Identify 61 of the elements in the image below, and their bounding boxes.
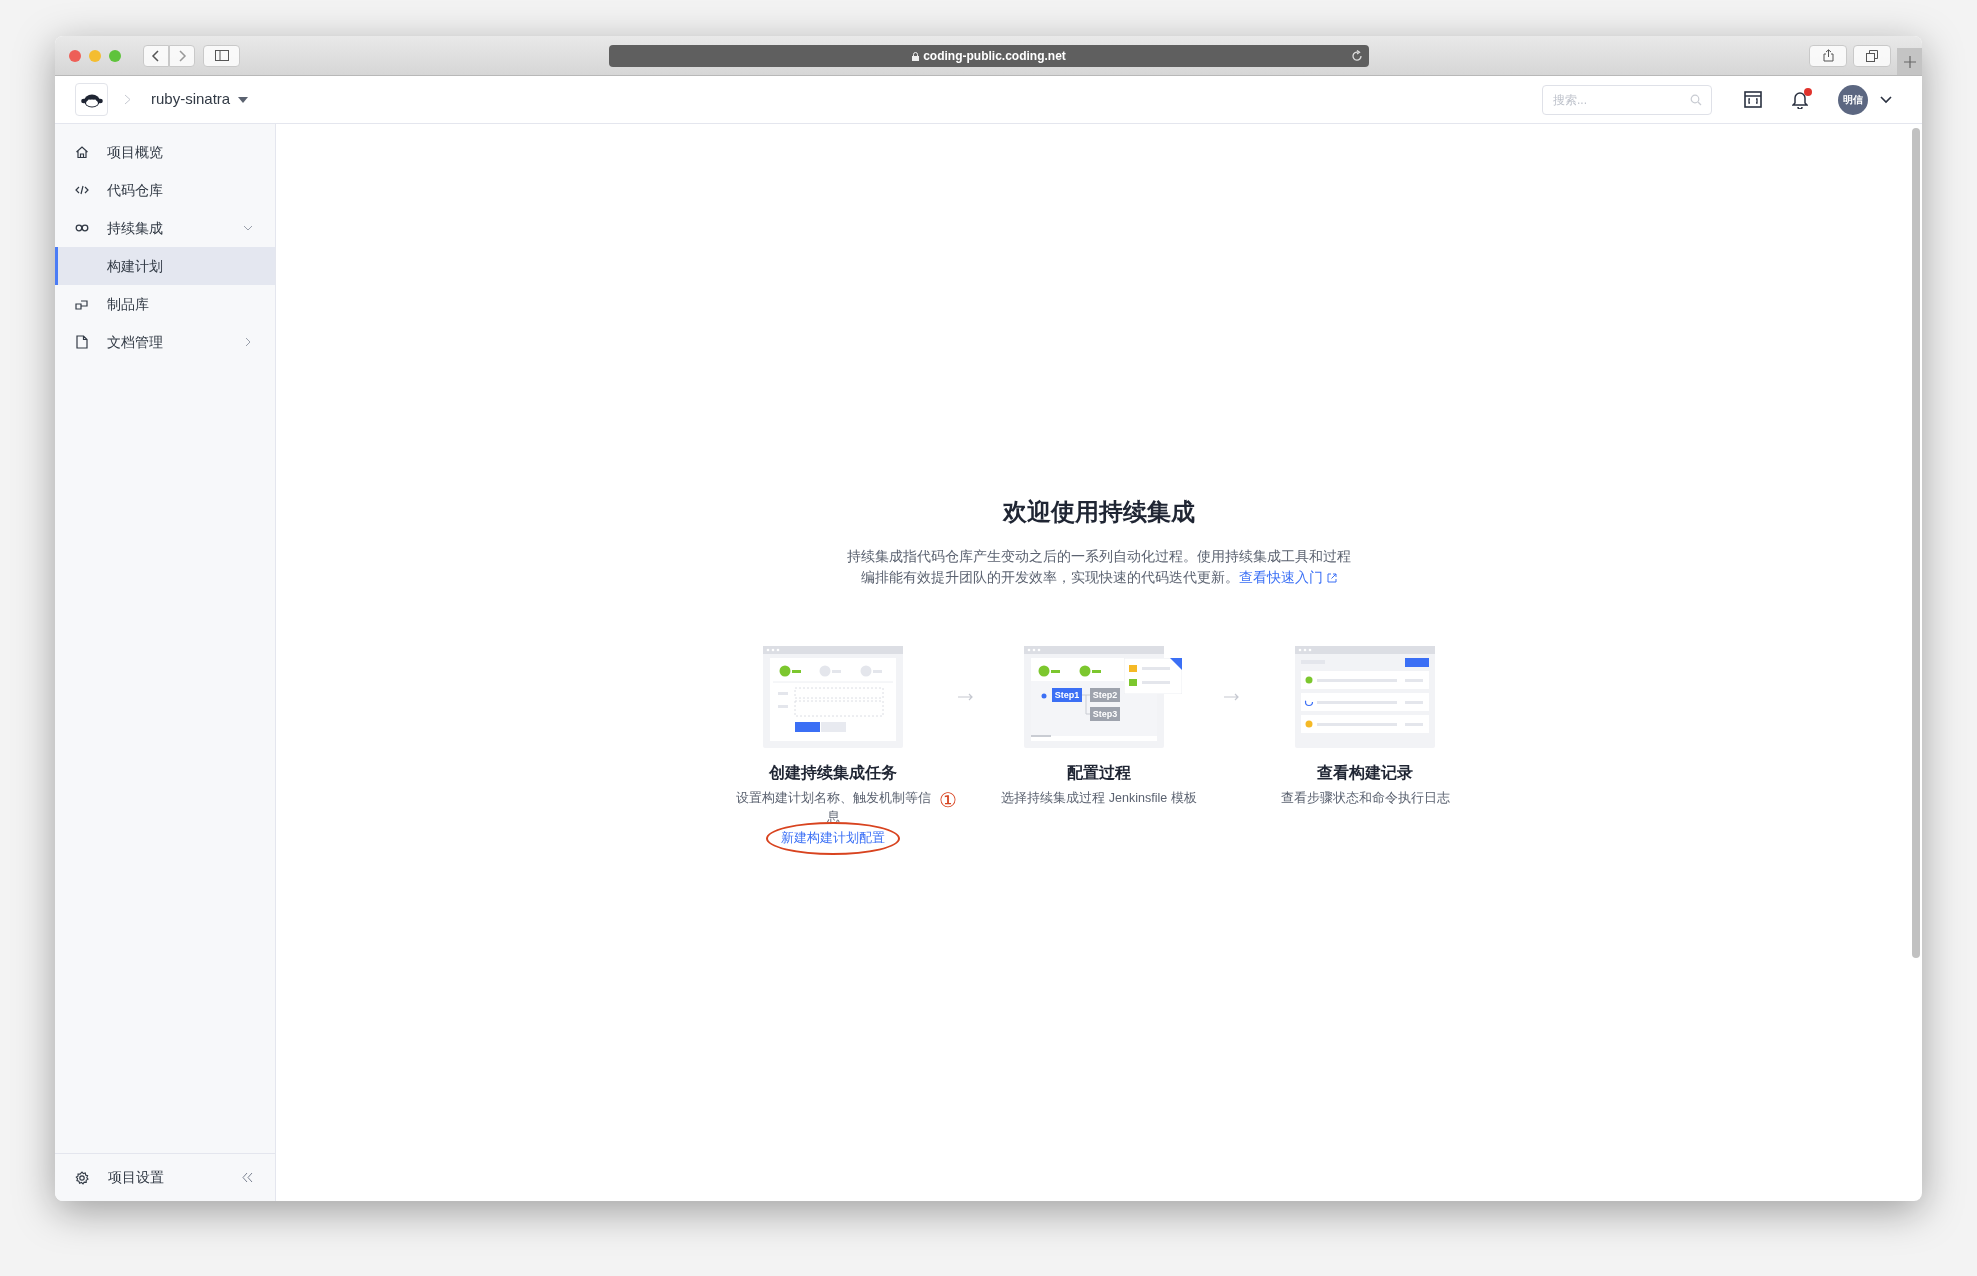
tabs-button[interactable]	[1853, 44, 1891, 67]
document-icon	[75, 335, 89, 349]
url-text: coding-public.coding.net	[923, 48, 1066, 65]
new-build-plan-link[interactable]: 新建构建计划配置	[781, 829, 885, 848]
close-icon[interactable]	[69, 49, 81, 62]
address-bar[interactable]: coding-public.coding.net	[609, 45, 1369, 67]
sidebar-item[interactable]: 项目概览	[55, 133, 275, 171]
search-icon	[1690, 93, 1702, 106]
dropdown-caret-icon	[238, 96, 249, 103]
new-tab-button[interactable]	[1897, 48, 1922, 75]
reload-icon[interactable]	[1351, 50, 1363, 62]
step-title: 创建持续集成任务	[769, 763, 897, 783]
forward-button[interactable]	[169, 44, 195, 67]
package-icon	[75, 297, 89, 311]
calendar-icon[interactable]	[1744, 91, 1762, 108]
step-label: Step1	[1053, 689, 1081, 702]
code-icon	[75, 183, 89, 197]
notification-bell-icon[interactable]	[1792, 90, 1808, 109]
step-description: 查看步骤状态和命令执行日志	[1280, 790, 1450, 807]
maximize-icon[interactable]	[109, 49, 121, 62]
lock-icon	[912, 51, 920, 61]
step-title: 查看构建记录	[1317, 763, 1413, 783]
tabs-icon	[1866, 49, 1878, 62]
settings-link[interactable]: 项目设置	[108, 1167, 164, 1188]
sidebar-item[interactable]: 构建计划	[55, 247, 275, 285]
quick-start-link[interactable]: 查看快速入门	[1239, 567, 1337, 588]
user-avatar[interactable]: 明信	[1838, 84, 1868, 115]
back-button[interactable]	[143, 44, 169, 67]
page-title: 欢迎使用持续集成	[1003, 497, 1195, 527]
sidebar-toggle-button[interactable]	[203, 44, 240, 67]
arrow-icon	[958, 693, 974, 701]
collapse-icon[interactable]	[242, 1172, 253, 1183]
step-label: Step3	[1091, 708, 1119, 721]
plus-icon	[1903, 55, 1916, 68]
intro-text: 持续集成指代码仓库产生变动之后的一系列自动化过程。使用持续集成工具和过程编排能有效提升团队的开发效率，实现快速的代码迭代更新。查看快速入门	[844, 546, 1354, 588]
chevron-right-icon	[177, 49, 187, 62]
sidebar-item[interactable]: 制品库	[55, 285, 275, 323]
logo-button[interactable]	[75, 83, 108, 116]
chevron-down-icon	[243, 225, 253, 231]
step-description: 选择持续集成过程 Jenkinsfile 模板	[1001, 790, 1197, 807]
step-label: Step2	[1091, 689, 1119, 702]
settings-icon	[75, 1170, 89, 1185]
template-card-drawing	[1124, 658, 1182, 694]
sidebar-item[interactable]: 文档管理	[55, 323, 275, 361]
step-title: 配置过程	[1067, 763, 1131, 783]
search-field[interactable]: 搜索...	[1542, 84, 1712, 115]
external-link-icon	[1327, 572, 1337, 583]
arrow-icon	[1224, 693, 1240, 701]
sidebar-item[interactable]: 持续集成	[55, 209, 275, 247]
scrollbar-thumb[interactable]	[1912, 128, 1920, 958]
share-button[interactable]	[1809, 44, 1847, 67]
chevron-down-icon[interactable]	[1880, 95, 1892, 104]
chevron-left-icon	[151, 49, 161, 62]
home-icon	[75, 145, 89, 159]
project-switcher[interactable]: ruby-sinatra	[151, 88, 249, 111]
share-icon	[1822, 49, 1834, 62]
sidebar-icon	[214, 50, 229, 61]
breadcrumb-chevron-icon	[124, 94, 131, 105]
annotation-number: ①	[939, 789, 957, 811]
sidebar-item[interactable]: 代码仓库	[55, 171, 275, 209]
chevron-right-icon	[245, 337, 251, 347]
